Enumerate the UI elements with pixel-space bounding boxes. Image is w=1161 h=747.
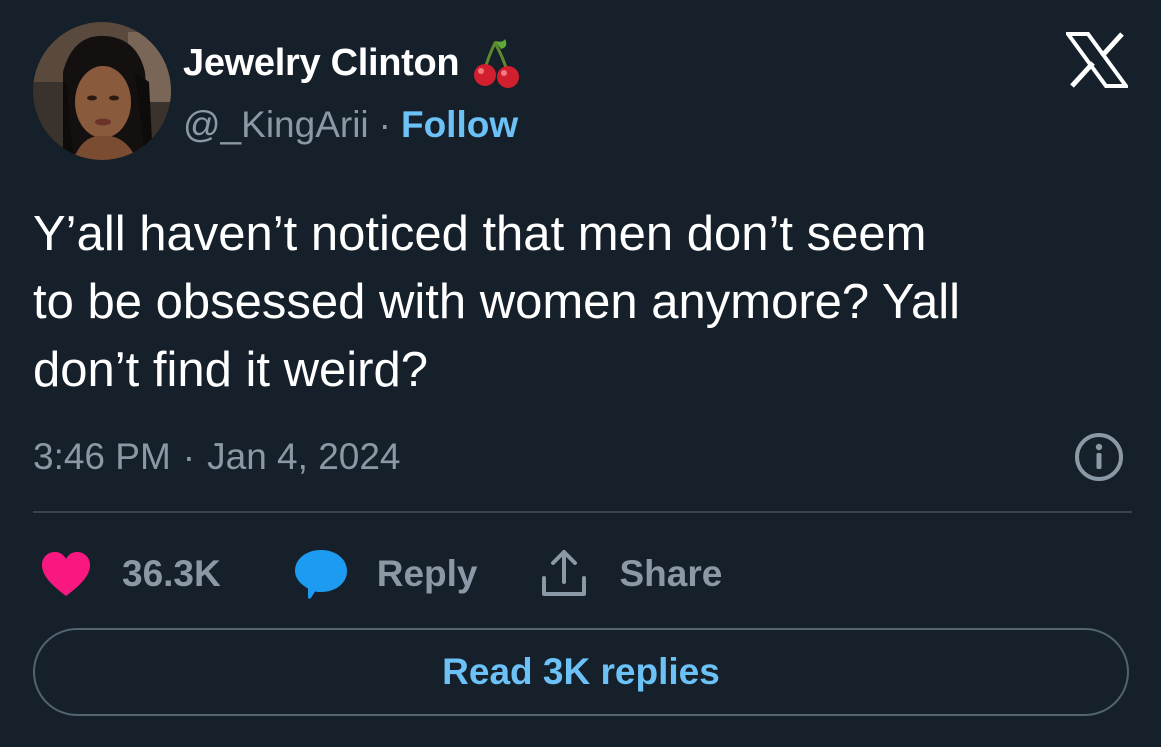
timestamp[interactable]: 3:46 PM · Jan 4, 2024 bbox=[33, 432, 401, 482]
author-handle[interactable]: @_KingArii bbox=[183, 104, 369, 146]
speech-bubble-icon bbox=[294, 550, 347, 599]
avatar[interactable] bbox=[33, 22, 171, 160]
share-button[interactable]: Share bbox=[540, 548, 723, 600]
tweet-text: Y’all haven’t noticed that men don’t see… bbox=[33, 200, 1133, 404]
timestamp-separator: · bbox=[182, 436, 196, 477]
tweet-time: 3:46 PM bbox=[33, 436, 171, 477]
display-name[interactable]: Jewelry Clinton bbox=[183, 42, 460, 85]
reply-label: Reply bbox=[376, 553, 478, 594]
profile-photo bbox=[33, 22, 171, 160]
cherry-icon bbox=[473, 37, 521, 89]
tweet-card: Jewelry Clinton @_KingArii · Follow Y’al… bbox=[0, 0, 1161, 747]
tweet-text-line: Y’all haven’t noticed that men don’t see… bbox=[33, 207, 927, 261]
author-name-row: Jewelry Clinton bbox=[183, 38, 521, 88]
follow-button[interactable]: Follow bbox=[401, 104, 518, 146]
x-logo-icon[interactable] bbox=[1064, 32, 1130, 88]
author-handle-row: @_KingArii · Follow bbox=[183, 102, 518, 148]
action-bar: 36.3K Reply Share bbox=[40, 546, 722, 602]
tweet-text-line: to be obsessed with women anymore? Yall bbox=[33, 275, 960, 329]
tweet-date: Jan 4, 2024 bbox=[207, 436, 401, 477]
tweet-text-line: don’t find it weird? bbox=[33, 343, 428, 397]
share-label: Share bbox=[619, 553, 723, 594]
handle-separator: · bbox=[378, 104, 391, 145]
heart-icon bbox=[42, 552, 90, 596]
reply-button[interactable]: Reply bbox=[293, 548, 478, 600]
info-icon[interactable] bbox=[1073, 431, 1125, 483]
read-replies-button[interactable]: Read 3K replies bbox=[33, 628, 1129, 716]
read-replies-label: Read 3K replies bbox=[442, 651, 720, 692]
share-upload-icon bbox=[541, 550, 586, 596]
like-button[interactable]: 36.3K bbox=[40, 550, 221, 598]
like-count: 36.3K bbox=[122, 553, 221, 594]
divider bbox=[33, 511, 1132, 513]
